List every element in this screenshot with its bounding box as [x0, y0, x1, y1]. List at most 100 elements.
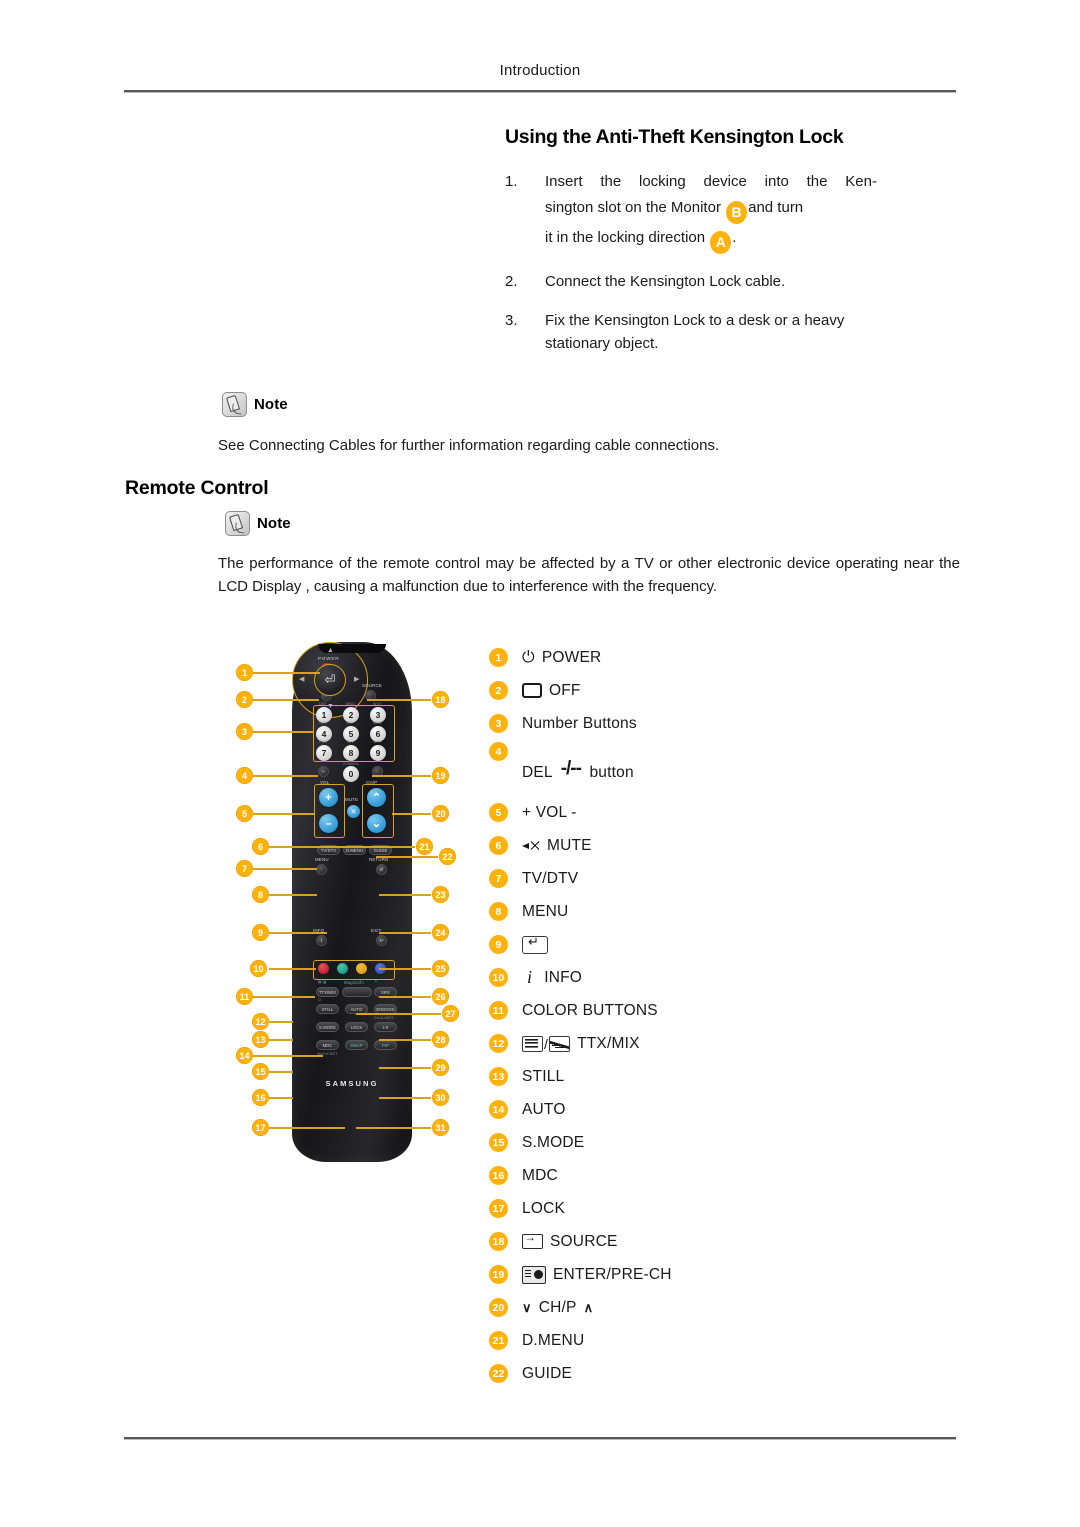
still-button[interactable]: STILL: [316, 1004, 339, 1014]
number-key-9[interactable]: 9: [370, 745, 386, 761]
callout-23: 23: [432, 886, 449, 903]
color-button-red[interactable]: [318, 963, 329, 974]
legend-number-19: 19: [489, 1265, 508, 1284]
menu-button[interactable]: [316, 864, 327, 875]
callout-20: 20: [432, 805, 449, 822]
note-label-1: Note: [254, 396, 288, 413]
legend-number-10: 10: [489, 968, 508, 987]
legend-number-7: 7: [489, 869, 508, 888]
number-key-0[interactable]: 0: [343, 766, 359, 782]
info-button[interactable]: i: [316, 935, 327, 946]
leader-16: [269, 1097, 293, 1099]
legend-item-21: 21 D.MENU: [489, 1324, 909, 1357]
ttx-mix-button[interactable]: TTX/MIX: [316, 987, 339, 997]
legend-item-13: 13 STILL: [489, 1060, 909, 1093]
caption-still-icon: ⊡: [318, 998, 322, 1002]
leader-14: [253, 1055, 323, 1057]
leader-20: [392, 813, 431, 815]
step-2-text: Connect the Kensington Lock cable.: [545, 272, 786, 290]
legend-label-10: INFO: [544, 968, 583, 986]
leader-9: [269, 932, 327, 934]
mute-button[interactable]: ✕: [347, 805, 360, 818]
note-text-1: See Connecting Cables for further inform…: [218, 437, 720, 454]
legend-item-10: 10 i INFO: [489, 961, 909, 994]
leader-17: [269, 1127, 345, 1129]
legend-label-4-suffix: button: [589, 764, 634, 781]
del-button[interactable]: –: [318, 766, 329, 777]
legend-item-7: 7 TV/DTV: [489, 862, 909, 895]
magicinfo-button[interactable]: [342, 987, 372, 997]
s-mode-button[interactable]: S.MODE: [316, 1022, 339, 1032]
leader-13: [269, 1039, 293, 1041]
step-3: 3. Fix the Kensington Lock to a desk or …: [505, 310, 877, 355]
legend-number-13: 13: [489, 1067, 508, 1086]
enter-button[interactable]: ⏎: [314, 664, 346, 696]
legend-item-11: 11 COLOR BUTTONS: [489, 994, 909, 1027]
color-button-green[interactable]: [337, 963, 348, 974]
channel-down-button[interactable]: ⌄: [367, 814, 386, 833]
callout-1: 1: [236, 664, 253, 681]
ttx-mix-icon: /: [522, 1035, 571, 1052]
return-button[interactable]: ↺: [376, 864, 387, 875]
number-key-8[interactable]: 8: [343, 745, 359, 761]
exit-button[interactable]: ↩: [376, 935, 387, 946]
callout-28: 28: [432, 1031, 449, 1048]
callout-12: 12: [252, 1013, 269, 1030]
volume-down-button[interactable]: –: [319, 814, 338, 833]
legend-item-19: 19 ENTER/PRE-CH: [489, 1258, 909, 1291]
pre-ch-icon: [522, 1265, 546, 1284]
dpad-right-arrow: ▶: [354, 676, 360, 683]
legend-number-22: 22: [489, 1364, 508, 1383]
keypad-sublabel-prs: PRS: [319, 740, 327, 744]
callout-17: 17: [252, 1119, 269, 1136]
callout-27: 27: [442, 1005, 459, 1022]
caption-chp: CH/P: [366, 780, 378, 785]
callout-26: 26: [432, 988, 449, 1005]
callout-15: 15: [252, 1063, 269, 1080]
remote-control-note-text: The performance of the remote control ma…: [218, 555, 960, 595]
legend-item-9: 9: [489, 928, 909, 961]
legend-number-5: 5: [489, 803, 508, 822]
legend-number-2: 2: [489, 681, 508, 700]
caption-mute: MUTE: [345, 797, 359, 802]
step-2: 2. Connect the Kensington Lock cable.: [505, 271, 877, 294]
channel-up-button[interactable]: ⌃: [367, 788, 386, 807]
lock-button[interactable]: LOCK: [345, 1022, 368, 1032]
caption-return: RETURN: [369, 857, 389, 862]
callout-21: 21: [416, 838, 433, 855]
legend-number-6: 6: [489, 836, 508, 855]
leader-29: [379, 1067, 431, 1069]
legend-label-8: MENU: [522, 902, 569, 920]
off-rect-icon: [522, 683, 542, 698]
leader-1: [253, 672, 320, 674]
swap-button[interactable]: SWAP: [345, 1040, 368, 1050]
legend-label-4-prefix: DEL: [522, 764, 553, 781]
footer-rule: [124, 1437, 956, 1440]
del-dash-icon: -/--: [560, 758, 582, 779]
volume-up-button[interactable]: +: [319, 788, 338, 807]
pip-button[interactable]: PIP: [374, 1040, 397, 1050]
caption-menu: MENU: [315, 857, 329, 862]
legend-item-20: 20 ∨ CH/P ∧: [489, 1291, 909, 1324]
mdc-button[interactable]: MDC: [316, 1040, 339, 1050]
legend-label-2: OFF: [549, 681, 581, 699]
legend-number-20: 20: [489, 1298, 508, 1317]
legend-item-6: 6 MUTE: [489, 829, 909, 862]
legend-number-18: 18: [489, 1232, 508, 1251]
note-block-1: Note: [222, 392, 288, 417]
leader-25: [379, 968, 431, 970]
leader-7: [253, 868, 317, 870]
note-pencil-icon: [222, 392, 247, 417]
legend-item-2: 2 OFF: [489, 674, 909, 707]
note-label-2: Note: [257, 515, 291, 532]
legend-label-15: S.MODE: [522, 1133, 585, 1151]
callout-14: 14: [236, 1047, 253, 1064]
color-button-yellow[interactable]: [356, 963, 367, 974]
number-key-7[interactable]: 7: [316, 745, 332, 761]
dpad-down-arrow: ▼: [327, 703, 334, 710]
legend-number-15: 15: [489, 1133, 508, 1152]
leader-6: [269, 846, 349, 848]
dual-mts-button[interactable]: I-II: [374, 1022, 397, 1032]
leader-24: [379, 932, 431, 934]
source-icon: [522, 1230, 543, 1249]
